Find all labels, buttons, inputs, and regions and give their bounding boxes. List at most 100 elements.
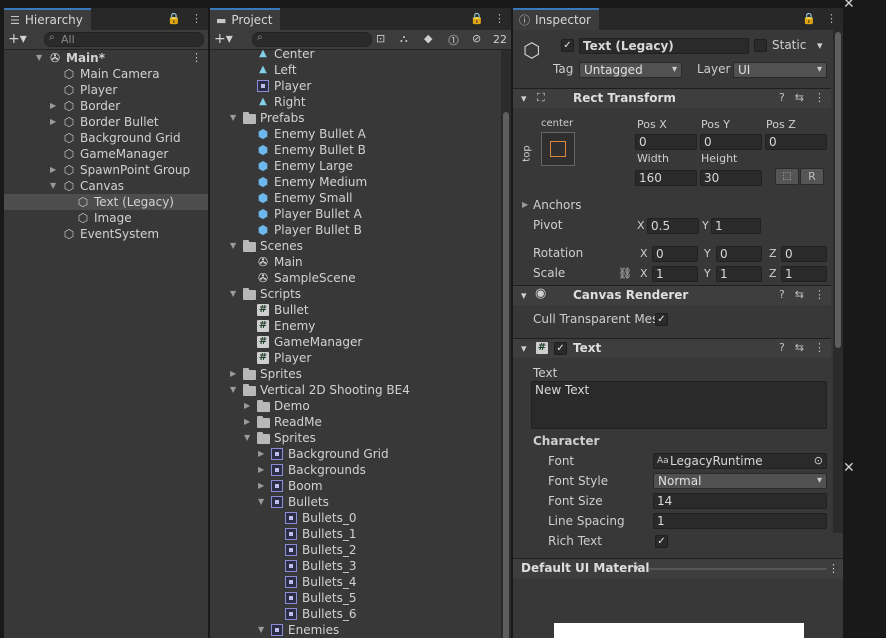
- material-label[interactable]: Default UI Material: [521, 561, 650, 575]
- chevron-down-icon[interactable]: ▼: [258, 494, 264, 510]
- tree-row[interactable]: Bullets_0: [210, 510, 511, 526]
- filter-icon[interactable]: ⛬: [400, 32, 408, 46]
- material-dropdown-icon[interactable]: ▾: [633, 562, 639, 575]
- chevron-down-icon[interactable]: ▼: [244, 430, 250, 446]
- rotation-z-field[interactable]: 0: [781, 246, 827, 262]
- tree-row[interactable]: ▼ ⬡ Canvas: [4, 178, 208, 194]
- tree-row[interactable]: ⬢ Enemy Bullet B: [210, 142, 511, 158]
- inspector-scroll-thumb[interactable]: [835, 32, 841, 348]
- tree-row[interactable]: ▶ ReadMe: [210, 414, 511, 430]
- tree-row[interactable]: Bullets_3: [210, 558, 511, 574]
- scene-menu-icon[interactable]: ⋮: [191, 50, 202, 66]
- project-scroll-thumb[interactable]: [503, 112, 509, 638]
- hierarchy-search-input[interactable]: ⌕ All: [44, 32, 204, 47]
- more-options-icon[interactable]: ⋮: [826, 12, 837, 25]
- chevron-down-icon[interactable]: ▼: [230, 286, 236, 302]
- object-picker-icon[interactable]: ⊙: [814, 454, 823, 468]
- tree-row[interactable]: ⬡ Text (Legacy): [4, 194, 208, 210]
- pivot-x-field[interactable]: 0.5: [647, 218, 699, 234]
- tree-row[interactable]: # Player: [210, 350, 511, 366]
- tree-row[interactable]: ▶ ⬡ Border Bullet: [4, 114, 208, 130]
- tree-row[interactable]: ⬢ Player Bullet A: [210, 206, 511, 222]
- foldout-arrow-icon[interactable]: ▾: [521, 342, 527, 355]
- foldout-arrow-icon[interactable]: ▾: [521, 92, 527, 105]
- line-spacing-field[interactable]: 1: [653, 513, 827, 529]
- create-dropdown-button[interactable]: +▾: [8, 31, 27, 47]
- tree-row[interactable]: Bullets_1: [210, 526, 511, 542]
- rotation-x-field[interactable]: 0: [652, 246, 698, 262]
- presets-icon[interactable]: ⇆: [795, 91, 804, 104]
- anchors-label[interactable]: Anchors: [533, 198, 582, 212]
- tree-row[interactable]: ✇ SampleScene: [210, 270, 511, 286]
- tree-row[interactable]: ▼ Prefabs: [210, 110, 511, 126]
- create-asset-button[interactable]: +▾: [214, 31, 233, 47]
- tree-row[interactable]: ⬢ Enemy Large: [210, 158, 511, 174]
- tree-row[interactable]: ✇ Main: [210, 254, 511, 270]
- foldout-arrow-icon[interactable]: ▾: [521, 289, 527, 302]
- chevron-right-icon[interactable]: ▶: [230, 366, 236, 382]
- chevron-down-icon[interactable]: ▼: [230, 110, 236, 126]
- tree-row[interactable]: # Enemy: [210, 318, 511, 334]
- component-menu-icon[interactable]: ⋮: [814, 341, 825, 354]
- more-options-icon[interactable]: ⋮: [191, 12, 202, 25]
- width-field[interactable]: 160: [635, 170, 697, 186]
- layer-dropdown[interactable]: UI: [733, 62, 827, 78]
- text-area[interactable]: New Text: [531, 381, 827, 429]
- tree-row[interactable]: ⬢ Enemy Bullet A: [210, 126, 511, 142]
- tree-row[interactable]: ▼ Vertical 2D Shooting BE4: [210, 382, 511, 398]
- pivot-y-field[interactable]: 1: [711, 218, 761, 234]
- tree-row[interactable]: ▶ Sprites: [210, 366, 511, 382]
- lock-icon[interactable]: 🔒: [470, 12, 484, 25]
- tree-row[interactable]: Bullets_5: [210, 590, 511, 606]
- inspector-scrollbar[interactable]: [833, 30, 843, 533]
- component-menu-icon[interactable]: ⋮: [814, 91, 825, 104]
- tree-row[interactable]: ▶ ⬡ Border: [4, 98, 208, 114]
- tree-row[interactable]: ▶ Backgrounds: [210, 462, 511, 478]
- tree-row[interactable]: ⬢ Player Bullet B: [210, 222, 511, 238]
- tree-row[interactable]: ▶ Boom: [210, 478, 511, 494]
- tree-row[interactable]: ⬡ GameManager: [4, 146, 208, 162]
- tree-row[interactable]: ⬡ Main Camera: [4, 66, 208, 82]
- tab-inspector[interactable]: ⓘ Inspector: [513, 8, 599, 30]
- font-style-dropdown[interactable]: Normal: [653, 473, 827, 489]
- tree-row[interactable]: ⬡ Image: [4, 210, 208, 226]
- rect-transform-header[interactable]: ▾ ⛶ Rect Transform ? ⇆ ⋮: [513, 88, 831, 108]
- tree-row[interactable]: ▶ ⬡ SpawnPoint Group: [4, 162, 208, 178]
- scale-z-field[interactable]: 1: [781, 266, 827, 282]
- tree-row[interactable]: Player: [210, 78, 511, 94]
- scale-x-field[interactable]: 1: [652, 266, 698, 282]
- chevron-down-icon[interactable]: ▼: [230, 238, 236, 254]
- height-field[interactable]: 30: [700, 170, 762, 186]
- close-icon[interactable]: ✕: [843, 460, 855, 476]
- tree-row[interactable]: ⬢ Enemy Medium: [210, 174, 511, 190]
- tree-row[interactable]: ▼ Scripts: [210, 286, 511, 302]
- tree-row[interactable]: ▲ Left: [210, 62, 511, 78]
- static-dropdown-icon[interactable]: ▾: [817, 39, 823, 52]
- chevron-right-icon[interactable]: ▶: [258, 446, 264, 462]
- object-name-field[interactable]: Text (Legacy): [579, 38, 749, 54]
- help-icon[interactable]: ?: [779, 91, 785, 104]
- rotation-y-field[interactable]: 0: [716, 246, 762, 262]
- chevron-down-icon[interactable]: ▼: [50, 178, 56, 194]
- chevron-down-icon[interactable]: ▼: [258, 622, 264, 638]
- scale-y-field[interactable]: 1: [716, 266, 762, 282]
- chevron-right-icon[interactable]: ▶: [258, 462, 264, 478]
- blueprint-mode-button[interactable]: ⬚: [775, 168, 799, 185]
- tree-row[interactable]: Bullets_2: [210, 542, 511, 558]
- tree-row[interactable]: # Bullet: [210, 302, 511, 318]
- font-object-field[interactable]: Aa LegacyRuntime ⊙: [653, 453, 827, 469]
- hidden-packages-icon[interactable]: ⊘: [472, 32, 481, 45]
- presets-icon[interactable]: ⇆: [795, 341, 804, 354]
- raw-edit-button[interactable]: R: [800, 168, 824, 185]
- help-icon[interactable]: ?: [779, 288, 785, 301]
- chevron-down-icon[interactable]: ▼: [230, 382, 236, 398]
- anchors-foldout-icon[interactable]: ▶: [522, 200, 528, 209]
- more-options-icon[interactable]: ⋮: [494, 12, 505, 25]
- anchor-presets-button[interactable]: [541, 132, 575, 166]
- tab-project[interactable]: ▬ Project: [210, 8, 281, 30]
- font-size-field[interactable]: 14: [653, 493, 827, 509]
- material-bar[interactable]: Default UI Material ▾ ⋮: [513, 558, 843, 578]
- tree-row[interactable]: ⬡ Background Grid: [4, 130, 208, 146]
- close-icon[interactable]: ✕: [843, 0, 855, 12]
- chevron-down-icon[interactable]: ▼: [36, 50, 42, 66]
